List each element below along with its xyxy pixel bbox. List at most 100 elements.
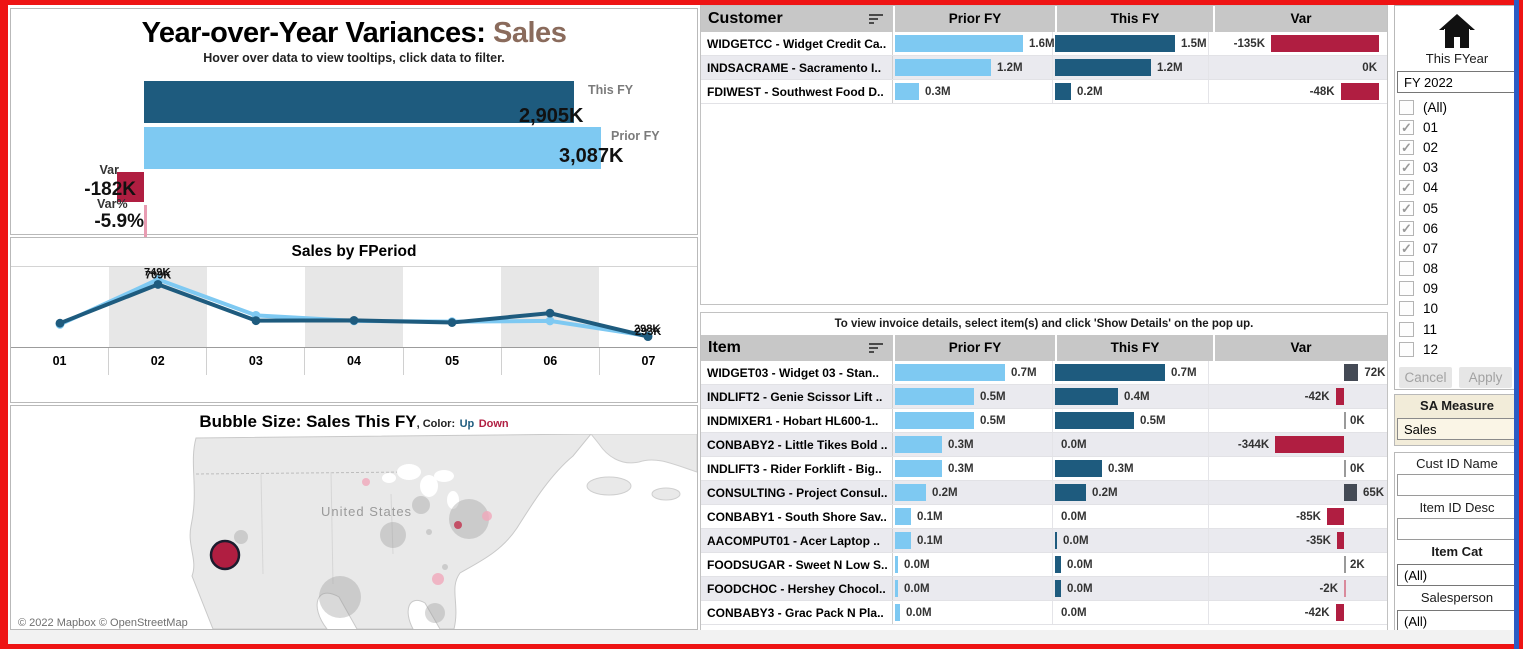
fyear-dropdown[interactable]: FY 2022 xyxy=(1397,71,1514,93)
data-point[interactable] xyxy=(546,317,555,326)
this-fy-bar[interactable] xyxy=(1055,556,1061,573)
prior-fy-bar[interactable] xyxy=(895,59,991,76)
item-name[interactable]: FOODCHOC - Hershey Chocol.. xyxy=(701,577,893,600)
this-fy-cell[interactable]: 0.7M xyxy=(1053,361,1209,384)
period-checkbox-row[interactable]: ✓06 xyxy=(1395,218,1514,238)
sales-bubble[interactable] xyxy=(432,573,444,585)
prior-fy-bar[interactable] xyxy=(895,460,942,477)
checkbox-unchecked[interactable] xyxy=(1399,261,1414,276)
checkbox-unchecked[interactable] xyxy=(1399,281,1414,296)
var-bar-negative[interactable] xyxy=(1336,604,1344,621)
prior-fy-bar[interactable] xyxy=(895,556,898,573)
this-fy-bar[interactable] xyxy=(1055,35,1175,52)
prior-fy-bar[interactable] xyxy=(895,580,898,597)
salesperson-dropdown[interactable]: (All) xyxy=(1397,610,1514,632)
item-name[interactable]: CONSULTING - Project Consul.. xyxy=(701,481,893,504)
period-checkbox-row[interactable]: 11 xyxy=(1395,319,1514,339)
this-fy-bar[interactable] xyxy=(1055,59,1151,76)
item-name[interactable]: CONBABY1 - South Shore Sav.. xyxy=(701,505,893,528)
var-cell[interactable]: -48K xyxy=(1209,80,1381,103)
customer-column-header[interactable]: Customer xyxy=(701,6,893,32)
var-cell[interactable]: -42K xyxy=(1209,385,1381,408)
period-checkbox-row[interactable]: ✓02 xyxy=(1395,137,1514,157)
filter-icon[interactable] xyxy=(869,14,883,26)
table-row[interactable]: CONBABY3 - Grac Pack N Pla..0.0M0.0M-42K xyxy=(701,601,1387,625)
table-row[interactable]: CONBABY2 - Little Tikes Bold ..0.3M0.0M-… xyxy=(701,433,1387,457)
prior-fy-bar[interactable] xyxy=(144,127,601,169)
sales-bubble[interactable] xyxy=(380,522,406,548)
item-cat-dropdown[interactable]: (All) xyxy=(1397,564,1514,586)
var-cell[interactable]: 65K xyxy=(1209,481,1381,504)
period-checkbox-row[interactable]: ✓07 xyxy=(1395,238,1514,258)
line-series-svg[interactable]: 749K709K298K293K xyxy=(11,267,697,348)
data-point[interactable] xyxy=(546,309,555,318)
customer-name[interactable]: INDSACRAME - Sacramento I.. xyxy=(701,56,893,79)
item-name[interactable]: INDLIFT3 - Rider Forklift - Big.. xyxy=(701,457,893,480)
this-fy-cell[interactable]: 0.3M xyxy=(1053,457,1209,480)
prior-fy-cell[interactable]: 1.2M xyxy=(893,56,1053,79)
prior-fy-column-header[interactable]: Prior FY xyxy=(895,335,1055,361)
var-column-header[interactable]: Var xyxy=(1215,335,1387,361)
this-fy-cell[interactable]: 0.0M xyxy=(1053,433,1209,456)
customer-name[interactable]: FDIWEST - Southwest Food D.. xyxy=(701,80,893,103)
prior-fy-bar[interactable] xyxy=(895,604,900,621)
cust-id-name-input[interactable] xyxy=(1397,474,1514,496)
var-bar-positive[interactable] xyxy=(1344,484,1357,501)
checkbox-unchecked[interactable] xyxy=(1399,322,1414,337)
sales-bubble[interactable] xyxy=(319,576,361,618)
table-row[interactable]: FDIWEST - Southwest Food D..0.3M0.2M-48K xyxy=(701,80,1387,104)
table-row[interactable]: INDLIFT2 - Genie Scissor Lift ..0.5M0.4M… xyxy=(701,385,1387,409)
prior-fy-bar[interactable] xyxy=(895,83,919,100)
var-cell[interactable]: -135K xyxy=(1209,32,1381,55)
prior-fy-cell[interactable]: 0.0M xyxy=(893,577,1053,600)
prior-fy-bar[interactable] xyxy=(895,508,911,525)
us-map[interactable]: United States © 2022 Mapbox © OpenStreet… xyxy=(11,434,697,629)
period-checkbox-row[interactable]: ✓01 xyxy=(1395,117,1514,137)
x-axis-label[interactable]: 02 xyxy=(109,348,207,375)
item-name[interactable]: WIDGET03 - Widget 03 - Stan.. xyxy=(701,361,893,384)
prior-fy-cell[interactable]: 0.3M xyxy=(893,80,1053,103)
table-row[interactable]: INDLIFT3 - Rider Forklift - Big..0.3M0.3… xyxy=(701,457,1387,481)
table-row[interactable]: INDSACRAME - Sacramento I..1.2M1.2M0K xyxy=(701,56,1387,80)
var-bar-negative[interactable] xyxy=(1271,35,1379,52)
period-checkbox-row[interactable]: 08 xyxy=(1395,259,1514,279)
item-column-header[interactable]: Item xyxy=(701,335,893,361)
checkbox-checked[interactable]: ✓ xyxy=(1399,160,1414,175)
cancel-button[interactable]: Cancel xyxy=(1399,367,1452,388)
checkbox-checked[interactable]: ✓ xyxy=(1399,241,1414,256)
prior-fy-bar[interactable] xyxy=(895,484,926,501)
this-fy-cell[interactable]: 0.4M xyxy=(1053,385,1209,408)
this-fy-bar[interactable] xyxy=(1055,460,1102,477)
var-bar-negative[interactable] xyxy=(1341,83,1379,100)
table-row[interactable]: INDMIXER1 - Hobart HL600-1..0.5M0.5M0K xyxy=(701,409,1387,433)
this-fy-cell[interactable]: 0.0M xyxy=(1053,529,1209,552)
checkbox-checked[interactable]: ✓ xyxy=(1399,180,1414,195)
prior-fy-cell[interactable]: 0.0M xyxy=(893,601,1053,624)
item-name[interactable]: INDLIFT2 - Genie Scissor Lift .. xyxy=(701,385,893,408)
this-fy-bar[interactable] xyxy=(1055,532,1057,549)
x-axis-label[interactable]: 03 xyxy=(207,348,305,375)
period-checkbox-row[interactable]: 09 xyxy=(1395,279,1514,299)
var-cell[interactable]: 0K xyxy=(1209,409,1381,432)
apply-button[interactable]: Apply xyxy=(1459,367,1512,388)
prior-fy-bar[interactable] xyxy=(895,35,1023,52)
period-checkbox-row[interactable]: 10 xyxy=(1395,299,1514,319)
var-cell[interactable]: 0K xyxy=(1209,457,1381,480)
item-name[interactable]: CONBABY3 - Grac Pack N Pla.. xyxy=(701,601,893,624)
this-fy-cell[interactable]: 1.5M xyxy=(1053,32,1209,55)
data-point[interactable] xyxy=(56,319,65,328)
prior-fy-cell[interactable]: 0.5M xyxy=(893,385,1053,408)
prior-fy-cell[interactable]: 1.6M xyxy=(893,32,1053,55)
table-row[interactable]: AACOMPUT01 - Acer Laptop ..0.1M0.0M-35K xyxy=(701,529,1387,553)
prior-fy-cell[interactable]: 0.3M xyxy=(893,433,1053,456)
this-fy-bar[interactable] xyxy=(1055,364,1165,381)
this-fy-cell[interactable]: 0.0M xyxy=(1053,553,1209,576)
sales-bubble[interactable] xyxy=(211,541,239,569)
this-fy-cell[interactable]: 0.0M xyxy=(1053,577,1209,600)
var-bar-negative[interactable] xyxy=(1337,532,1344,549)
prior-fy-cell[interactable]: 0.1M xyxy=(893,505,1053,528)
var-bar-negative[interactable] xyxy=(1336,388,1344,405)
var-cell[interactable]: 2K xyxy=(1209,553,1381,576)
period-checkbox-row[interactable]: ✓03 xyxy=(1395,158,1514,178)
checkbox-checked[interactable]: ✓ xyxy=(1399,201,1414,216)
